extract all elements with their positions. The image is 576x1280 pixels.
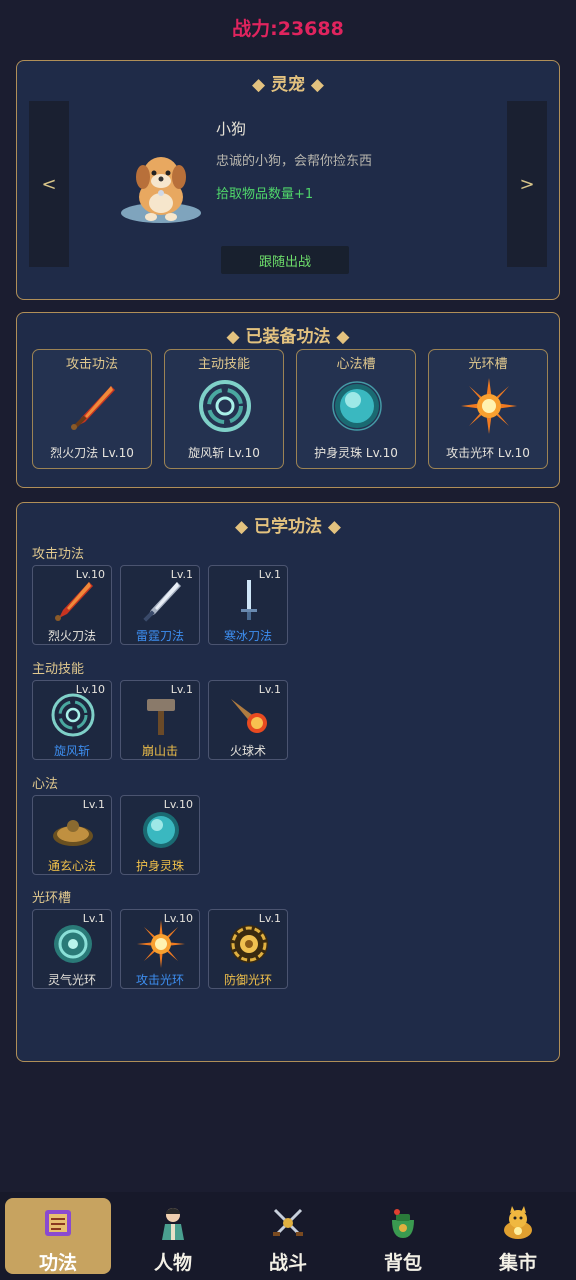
category-attack-label: 攻击功法 [32,547,85,562]
skill-card[interactable]: Lv.1 通玄心法 [32,795,112,875]
pet-panel: ◆ 灵宠 ◆ < > 小狗 忠诚的小狗，会帮你捡东西 拾取物品数量+1 跟随出战 [16,60,560,300]
slot-title: 心法槽 [336,357,376,372]
slot-label: 烈火刀法 Lv.10 [50,446,134,460]
spirit-orb-icon [332,381,382,431]
pet-panel-title: ◆ 灵宠 ◆ [252,75,324,95]
puppy-icon [121,157,201,223]
skill-name: 护身灵珠 [135,859,184,873]
learned-skills-panel: ◆ 已学功法 ◆ 攻击功法 Lv.10 烈火刀法 Lv.1 雷霆刀法 Lv.1 … [16,502,560,1062]
slot-label: 攻击光环 Lv.10 [446,446,530,460]
skill-name: 攻击光环 [135,973,184,987]
next-pet-button[interactable]: > [507,101,547,267]
nav-label: 背包 [383,1252,422,1274]
category-aura-label: 光环槽 [32,891,72,906]
crossed-swords-icon [273,1208,303,1236]
prev-pet-button[interactable]: < [29,101,69,267]
skill-name: 烈火刀法 [47,629,96,643]
ice-blade-icon [241,580,257,620]
skill-name: 寒冰刀法 [223,629,272,643]
equip-slot-attack[interactable]: 攻击功法 烈火刀法 Lv.10 [32,349,152,469]
whirlwind-icon [199,380,251,432]
skill-card[interactable]: Lv.1 雷霆刀法 [120,565,200,645]
pet-bonus: 拾取物品数量+1 [216,187,314,202]
slot-label: 护身灵珠 Lv.10 [314,446,398,460]
skill-card[interactable]: Lv.10 攻击光环 [120,909,200,989]
nav-item-character[interactable]: 人物 [120,1198,226,1274]
scroll-icon [45,1210,71,1236]
slot-title: 攻击功法 [65,357,118,372]
nav-item-bag[interactable]: 背包 [350,1198,456,1274]
skill-name: 防御光环 [223,973,272,987]
learned-panel-title: ◆ 已学功法 ◆ [235,517,341,537]
skill-card[interactable]: Lv.10 旋风斩 [32,680,112,760]
fireball-icon [231,699,267,733]
flame-sword-icon [71,386,115,430]
bottom-nav: 功法 人物 战斗 背包 集市 [0,1192,576,1280]
nav-label: 功法 [38,1252,77,1274]
nav-label: 集市 [498,1252,537,1274]
spirit-orb-icon [143,812,179,848]
skill-card[interactable]: Lv.1 寒冰刀法 [208,565,288,645]
skill-card[interactable]: Lv.1 火球术 [208,680,288,760]
flame-sword-icon [55,582,93,621]
hammer-icon [147,699,175,735]
thunder-blade-icon [143,582,181,622]
skill-card[interactable]: Lv.1 崩山击 [120,680,200,760]
skill-card[interactable]: Lv.10 护身灵珠 [120,795,200,875]
pet-name: 小狗 [216,120,247,138]
nav-item-battle[interactable]: 战斗 [235,1198,341,1274]
skill-name: 灵气光环 [47,973,96,987]
category-mind-label: 心法 [32,777,59,792]
market-cat-icon [504,1206,532,1239]
sunburst-icon [137,920,185,968]
slot-title: 光环槽 [468,357,508,372]
combat-power: 战力:23688 [232,18,344,40]
slot-label: 旋风斩 Lv.10 [188,446,260,460]
category-active-label: 主动技能 [32,662,85,677]
skill-name: 崩山击 [141,744,178,758]
bag-icon [392,1209,414,1238]
mystic-disc-icon [53,820,93,846]
whirlwind-icon [51,693,95,737]
pet-description: 忠诚的小狗，会帮你捡东西 [216,154,373,169]
skill-name: 通玄心法 [47,859,96,873]
nav-label: 战斗 [268,1252,307,1274]
skill-card[interactable]: Lv.1 灵气光环 [32,909,112,989]
defense-ring-icon [230,925,268,963]
equip-slot-mind[interactable]: 心法槽 护身灵珠 Lv.10 [296,349,416,469]
skill-card[interactable]: Lv.10 烈火刀法 [32,565,112,645]
equipped-skills-panel: ◆ 已装备功法 ◆ 攻击功法 烈火刀法 Lv.10 主动技能 旋风斩 Lv.10… [16,312,560,488]
character-icon [162,1208,184,1240]
equipped-panel-title: ◆ 已装备功法 ◆ [226,327,350,347]
skill-name: 火球术 [229,744,266,758]
sunburst-icon [461,378,517,434]
skill-name: 旋风斩 [53,744,90,758]
slot-title: 主动技能 [197,357,250,372]
nav-item-market[interactable]: 集市 [465,1198,571,1274]
skill-card[interactable]: Lv.1 防御光环 [208,909,288,989]
nav-label: 人物 [153,1252,192,1274]
equip-slot-aura[interactable]: 光环槽 攻击光环 Lv.10 [428,349,548,469]
spirit-ring-icon [54,925,92,963]
follow-battle-button[interactable]: 跟随出战 [221,246,349,274]
nav-item-skills[interactable]: 功法 [5,1198,111,1274]
equip-slot-active[interactable]: 主动技能 旋风斩 Lv.10 [164,349,284,469]
skill-name: 雷霆刀法 [135,629,184,643]
